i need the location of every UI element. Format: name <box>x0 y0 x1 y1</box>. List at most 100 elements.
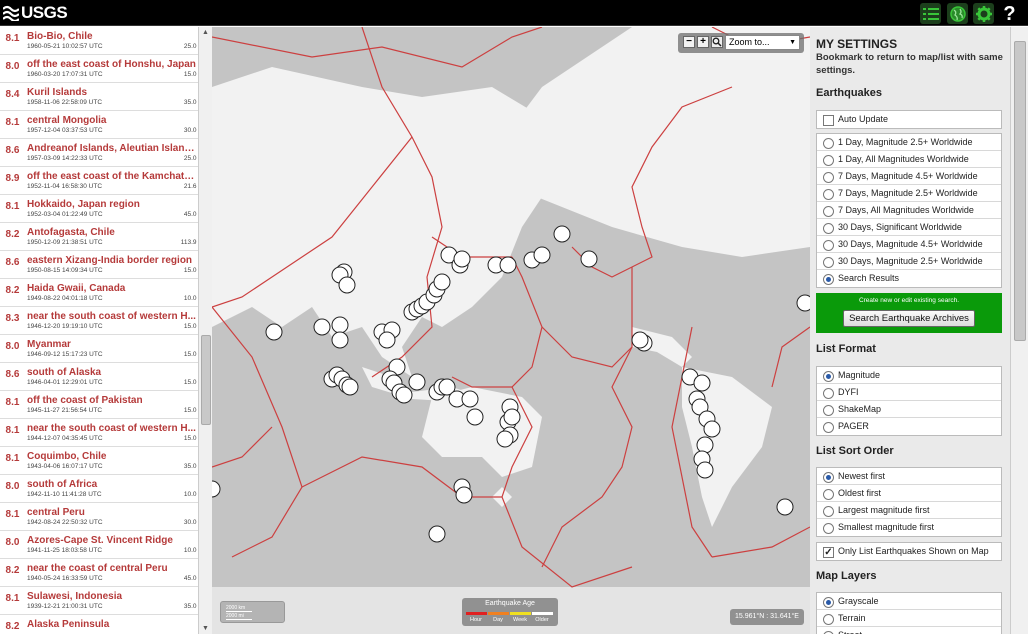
sort-order-radio[interactable] <box>823 506 834 517</box>
earthquake-list-item[interactable]: 8.0 off the east coast of Honshu, Japan 19… <box>0 55 211 83</box>
earthquake-marker[interactable] <box>496 430 514 448</box>
earthquake-list-item[interactable]: 8.6 eastern Xizang-India border region 195… <box>0 251 211 279</box>
map-panel[interactable]: − + Zoom to... ▼ 2000 km 2000 mi Earthqu… <box>212 27 810 634</box>
earthquake-marker[interactable] <box>703 420 721 438</box>
earthquake-marker[interactable] <box>796 294 810 312</box>
map-layer-option[interactable]: Terrain <box>817 610 1001 627</box>
zoom-search-button[interactable] <box>711 36 723 48</box>
zoom-in-button[interactable]: + <box>697 36 709 48</box>
feed-option[interactable]: Search Results <box>817 270 1001 287</box>
settings-scrollbar[interactable] <box>1010 27 1028 634</box>
earthquake-marker[interactable] <box>580 250 598 268</box>
earthquake-list-item[interactable]: 8.1 near the south coast of western H... 1… <box>0 419 211 447</box>
feed-option[interactable]: 1 Day, Magnitude 2.5+ Worldwide <box>817 134 1001 151</box>
earthquake-list-item[interactable]: 8.3 near the south coast of western H... 1… <box>0 307 211 335</box>
earthquake-marker[interactable] <box>408 373 426 391</box>
earthquake-marker[interactable] <box>776 498 794 516</box>
only-list-option[interactable]: ✓ Only List Earthquakes Shown on Map <box>817 543 1001 560</box>
feed-option[interactable]: 7 Days, Magnitude 4.5+ Worldwide <box>817 168 1001 185</box>
list-scrollbar[interactable]: ▲ ▼ <box>198 27 212 634</box>
earthquake-list-item[interactable]: 8.1 Coquimbo, Chile 1943-04-06 16:07:17 UT… <box>0 447 211 475</box>
earthquake-marker[interactable] <box>331 331 349 349</box>
feed-option[interactable]: 30 Days, Magnitude 4.5+ Worldwide <box>817 236 1001 253</box>
sort-order-option[interactable]: Largest magnitude first <box>817 502 1001 519</box>
sort-order-option[interactable]: Smallest magnitude first <box>817 519 1001 536</box>
feed-option[interactable]: 30 Days, Significant Worldwide <box>817 219 1001 236</box>
feed-option[interactable]: 7 Days, Magnitude 2.5+ Worldwide <box>817 185 1001 202</box>
help-button[interactable]: ? <box>999 3 1020 24</box>
feed-radio[interactable] <box>823 172 834 183</box>
world-map[interactable] <box>212 27 810 634</box>
feed-radio[interactable] <box>823 240 834 251</box>
earthquake-list-item[interactable]: 8.0 Azores-Cape St. Vincent Ridge 1941-11-… <box>0 531 211 559</box>
earthquake-list-item[interactable]: 8.4 Kuril Islands 1958-11-06 22:58:09 UTC 3… <box>0 83 211 111</box>
earthquake-marker[interactable] <box>313 318 331 336</box>
auto-update-checkbox[interactable] <box>823 115 834 126</box>
earthquake-list-item[interactable]: 8.1 Bio-Bio, Chile 1960-05-21 10:02:57 UTC… <box>0 27 211 55</box>
map-view-button[interactable] <box>947 3 968 24</box>
feed-radio[interactable] <box>823 274 834 285</box>
sort-order-option[interactable]: Oldest first <box>817 485 1001 502</box>
earthquake-list-item[interactable]: 8.2 Alaska Peninsula <box>0 615 211 634</box>
earthquake-marker[interactable] <box>696 436 714 454</box>
earthquake-marker[interactable] <box>428 525 446 543</box>
earthquake-list-item[interactable]: 8.1 Sulawesi, Indonesia 1939-12-21 21:00:3… <box>0 587 211 615</box>
list-format-radio[interactable] <box>823 371 834 382</box>
map-layer-option[interactable]: Grayscale <box>817 593 1001 610</box>
earthquake-list-item[interactable]: 8.6 Andreanof Islands, Aleutian Island...… <box>0 139 211 167</box>
earthquake-marker[interactable] <box>553 225 571 243</box>
usgs-logo[interactable]: USGS <box>3 3 68 23</box>
earthquake-marker[interactable] <box>433 273 451 291</box>
earthquake-list-item[interactable]: 8.1 off the coast of Pakistan 1945-11-27 2… <box>0 391 211 419</box>
feed-radio[interactable] <box>823 206 834 217</box>
settings-button[interactable] <box>973 3 994 24</box>
earthquake-list-item[interactable]: 8.9 off the east coast of the Kamchatk...… <box>0 167 211 195</box>
earthquake-marker[interactable] <box>453 250 471 268</box>
earthquake-marker[interactable] <box>503 408 521 426</box>
feed-option[interactable]: 7 Days, All Magnitudes Worldwide <box>817 202 1001 219</box>
list-view-button[interactable] <box>920 3 941 24</box>
list-format-option[interactable]: ShakeMap <box>817 401 1001 418</box>
earthquake-marker[interactable] <box>341 378 359 396</box>
earthquake-list-item[interactable]: 8.6 south of Alaska 1946-04-01 12:29:01 UT… <box>0 363 211 391</box>
earthquake-marker[interactable] <box>395 386 413 404</box>
earthquake-marker[interactable] <box>693 374 711 392</box>
map-layer-radio[interactable] <box>823 614 834 625</box>
earthquake-list-item[interactable]: 8.1 central Mongolia 1957-12-04 03:37:53 U… <box>0 111 211 139</box>
list-format-radio[interactable] <box>823 388 834 399</box>
earthquake-marker[interactable] <box>338 276 356 294</box>
earthquake-marker[interactable] <box>533 246 551 264</box>
zoom-to-select[interactable]: Zoom to... ▼ <box>725 35 800 50</box>
earthquake-marker[interactable] <box>331 316 349 334</box>
sort-order-option[interactable]: Newest first <box>817 468 1001 485</box>
sort-order-radio[interactable] <box>823 472 834 483</box>
earthquake-marker[interactable] <box>466 408 484 426</box>
list-format-radio[interactable] <box>823 405 834 416</box>
earthquake-list-item[interactable]: 8.0 south of Africa 1942-11-10 11:41:28 UT… <box>0 475 211 503</box>
auto-update-option[interactable]: Auto Update <box>817 111 1001 128</box>
sort-order-radio[interactable] <box>823 489 834 500</box>
zoom-out-button[interactable]: − <box>683 36 695 48</box>
earthquake-list-item[interactable]: 8.2 Antofagasta, Chile 1950-12-09 21:38:51… <box>0 223 211 251</box>
earthquake-marker[interactable] <box>499 256 517 274</box>
search-archives-button[interactable]: Search Earthquake Archives <box>843 310 975 327</box>
feed-radio[interactable] <box>823 189 834 200</box>
list-format-option[interactable]: Magnitude <box>817 367 1001 384</box>
earthquake-list-item[interactable]: 8.2 Haida Gwaii, Canada 1949-08-22 04:01:1… <box>0 279 211 307</box>
only-list-checkbox[interactable]: ✓ <box>823 547 834 558</box>
list-format-option[interactable]: DYFI <box>817 384 1001 401</box>
sort-order-radio[interactable] <box>823 523 834 534</box>
feed-radio[interactable] <box>823 155 834 166</box>
earthquake-marker[interactable] <box>455 486 473 504</box>
feed-radio[interactable] <box>823 223 834 234</box>
feed-radio[interactable] <box>823 257 834 268</box>
feed-option[interactable]: 1 Day, All Magnitudes Worldwide <box>817 151 1001 168</box>
earthquake-list-item[interactable]: 8.1 central Peru 1942-08-24 22:50:32 UTC 30… <box>0 503 211 531</box>
earthquake-list-item[interactable]: 8.2 near the coast of central Peru 1940-05… <box>0 559 211 587</box>
earthquake-list-item[interactable]: 8.1 Hokkaido, Japan region 1952-03-04 01:2… <box>0 195 211 223</box>
earthquake-marker[interactable] <box>378 331 396 349</box>
earthquake-marker[interactable] <box>461 390 479 408</box>
feed-option[interactable]: 30 Days, Magnitude 2.5+ Worldwide <box>817 253 1001 270</box>
feed-radio[interactable] <box>823 138 834 149</box>
list-format-radio[interactable] <box>823 422 834 433</box>
